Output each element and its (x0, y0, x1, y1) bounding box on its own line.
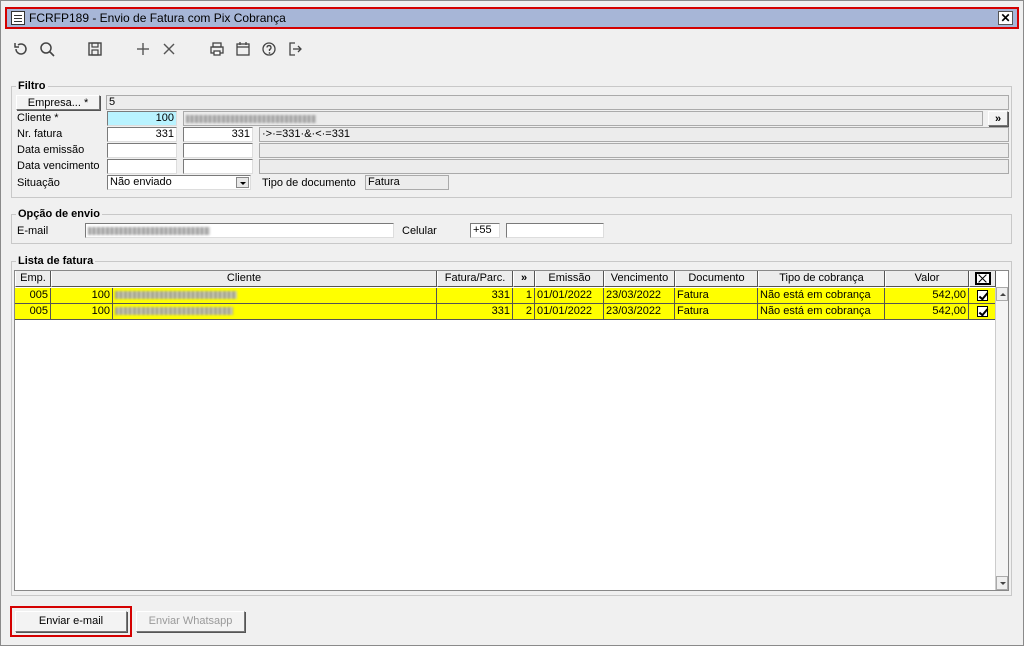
send-email-button[interactable]: Enviar e-mail (15, 611, 127, 632)
cell-cliente-name (113, 304, 437, 320)
chevron-down-icon[interactable] (236, 177, 249, 188)
save-icon[interactable] (85, 39, 105, 59)
select-all-icon[interactable] (974, 272, 991, 285)
cell-valor: 542,00 (885, 304, 969, 320)
cell-emp: 005 (15, 288, 51, 304)
print-icon[interactable] (207, 39, 227, 59)
celular-ddi-input[interactable]: +55 (470, 223, 500, 238)
col-emissao[interactable]: Emissão (535, 271, 604, 287)
cell-cliente-code: 100 (51, 304, 113, 320)
cliente-search-button[interactable]: » (988, 111, 1008, 126)
calendar-icon[interactable] (233, 39, 253, 59)
vertical-scrollbar[interactable] (995, 287, 1008, 590)
cell-emp: 005 (15, 304, 51, 320)
toolbar (11, 38, 311, 60)
situacao-label: Situação (17, 177, 60, 189)
col-expand[interactable]: » (513, 271, 535, 287)
add-icon[interactable] (133, 39, 153, 59)
col-cliente[interactable]: Cliente (51, 271, 437, 287)
col-tipo-cobranca[interactable]: Tipo de cobrança (758, 271, 885, 287)
data-emissao-to-input[interactable] (183, 143, 253, 158)
cell-parc: 2 (513, 304, 535, 320)
col-vencimento[interactable]: Vencimento (604, 271, 675, 287)
scroll-up-icon[interactable] (996, 287, 1008, 301)
cliente-name-redacted (186, 115, 316, 123)
cliente-code-input[interactable]: 100 (107, 111, 177, 126)
cell-documento: Fatura (675, 304, 758, 320)
opcao-envio-title: Opção de envio (16, 208, 102, 220)
data-emissao-expression (259, 143, 1009, 158)
data-vencimento-to-input[interactable] (183, 159, 253, 174)
cell-cliente-name (113, 288, 437, 304)
cell-check[interactable] (969, 288, 996, 304)
nr-fatura-expression: ·>·=331·&·<·=331 (259, 127, 1009, 142)
refresh-icon[interactable] (11, 39, 31, 59)
send-whatsapp-button[interactable]: Enviar Whatsapp (136, 611, 245, 632)
cell-fatura: 331 (437, 288, 513, 304)
cell-vencimento: 23/03/2022 (604, 288, 675, 304)
cell-tipo-cobranca: Não está em cobrança (758, 288, 885, 304)
cliente-name-redacted (115, 307, 233, 315)
delete-icon[interactable] (159, 39, 179, 59)
tipo-documento-label: Tipo de documento (262, 177, 356, 189)
row-checkbox[interactable] (976, 306, 988, 317)
data-emissao-from-input[interactable] (107, 143, 177, 158)
cell-emissao: 01/01/2022 (535, 304, 604, 320)
main-window: FCRFP189 - Envio de Fatura com Pix Cobra… (0, 0, 1024, 646)
cliente-name-field[interactable] (183, 111, 983, 126)
cell-valor: 542,00 (885, 288, 969, 304)
table-row[interactable]: 005 100 331 1 01/01/2022 23/03/2022 Fatu… (15, 288, 996, 304)
situacao-selected-value: Não enviado (110, 176, 172, 188)
email-label: E-mail (17, 225, 49, 237)
situacao-select[interactable]: Não enviado (107, 175, 251, 190)
cell-documento: Fatura (675, 288, 758, 304)
nr-fatura-label: Nr. fatura (17, 128, 63, 140)
row-checkbox[interactable] (976, 290, 988, 301)
celular-input[interactable] (506, 223, 604, 238)
window-title: FCRFP189 - Envio de Fatura com Pix Cobra… (29, 11, 286, 25)
col-select-all[interactable] (969, 271, 996, 287)
cell-fatura: 331 (437, 304, 513, 320)
celular-label: Celular (402, 225, 437, 237)
data-vencimento-from-input[interactable] (107, 159, 177, 174)
nr-fatura-to-input[interactable]: 331 (183, 127, 253, 142)
scroll-down-icon[interactable] (996, 576, 1008, 590)
data-emissao-label: Data emissão (17, 144, 85, 156)
cell-cliente-code: 100 (51, 288, 113, 304)
empresa-button[interactable]: Empresa... * (16, 95, 100, 110)
help-icon[interactable] (259, 39, 279, 59)
cell-tipo-cobranca: Não está em cobrança (758, 304, 885, 320)
title-bar: FCRFP189 - Envio de Fatura com Pix Cobra… (5, 7, 1019, 29)
cell-check[interactable] (969, 304, 996, 320)
cell-vencimento: 23/03/2022 (604, 304, 675, 320)
close-button[interactable]: ✕ (998, 11, 1013, 25)
empresa-field[interactable]: 5 (106, 95, 1009, 110)
email-input[interactable] (85, 223, 394, 238)
data-vencimento-expression (259, 159, 1009, 174)
data-vencimento-label: Data vencimento (17, 160, 100, 172)
search-icon[interactable] (37, 39, 57, 59)
filtro-title: Filtro (16, 80, 48, 92)
col-emp[interactable]: Emp. (15, 271, 51, 287)
tipo-documento-field: Fatura (365, 175, 449, 190)
lista-fatura-title: Lista de fatura (16, 255, 96, 267)
col-valor[interactable]: Valor (885, 271, 969, 287)
cliente-name-redacted (115, 291, 237, 299)
cell-emissao: 01/01/2022 (535, 288, 604, 304)
fatura-grid[interactable]: Emp. Cliente Fatura/Parc. » Emissão Venc… (14, 270, 1009, 591)
exit-icon[interactable] (285, 39, 305, 59)
table-row[interactable]: 005 100 331 2 01/01/2022 23/03/2022 Fatu… (15, 304, 996, 320)
nr-fatura-from-input[interactable]: 331 (107, 127, 177, 142)
email-redacted (88, 227, 210, 235)
grid-header: Emp. Cliente Fatura/Parc. » Emissão Venc… (15, 271, 996, 287)
col-documento[interactable]: Documento (675, 271, 758, 287)
document-icon (11, 11, 25, 25)
cliente-label: Cliente * (17, 112, 59, 124)
cell-parc: 1 (513, 288, 535, 304)
col-fatura-parc[interactable]: Fatura/Parc. (437, 271, 513, 287)
